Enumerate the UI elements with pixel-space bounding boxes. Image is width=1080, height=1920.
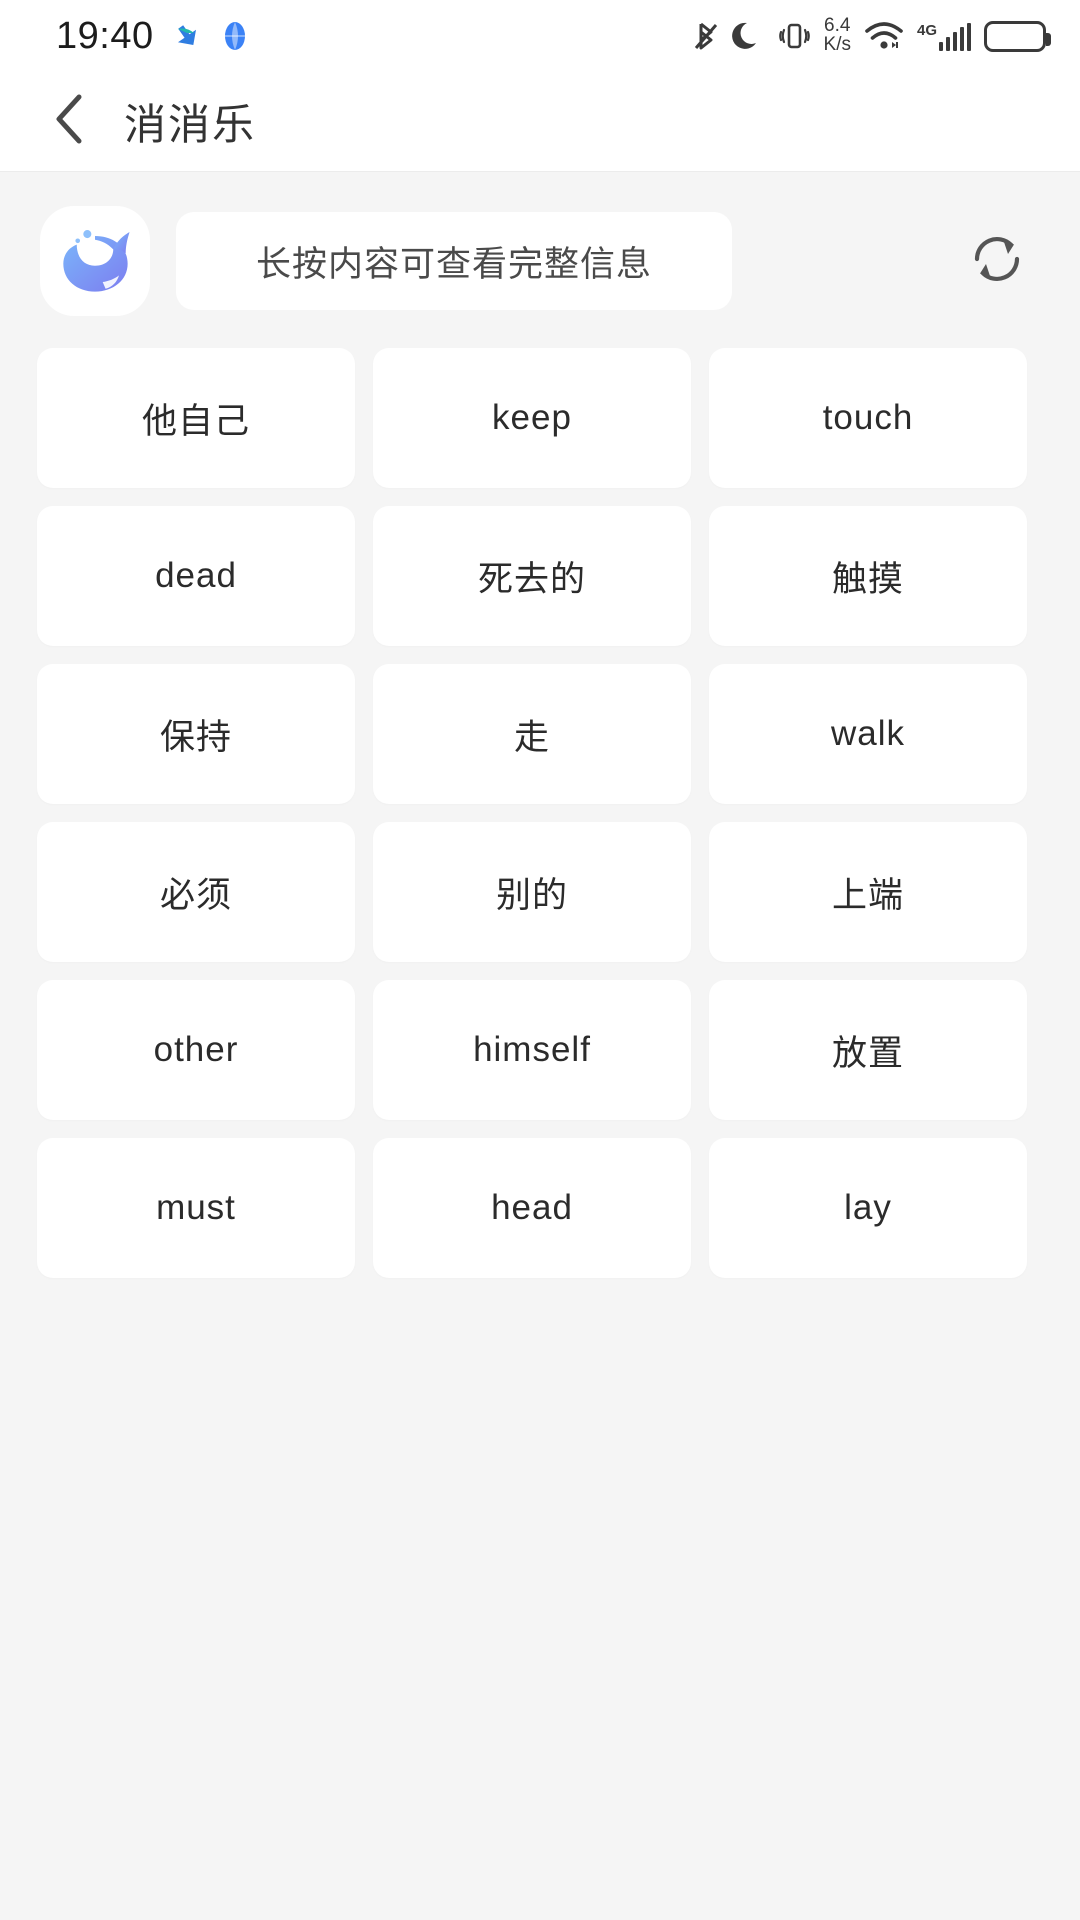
word-card[interactable]: 保持 [37,664,355,804]
word-card-label: 别的 [495,875,568,915]
cellular-signal-4g-icon: 4G [917,22,971,51]
avatar[interactable] [40,206,150,316]
word-card-label: 上端 [831,875,904,915]
word-card-label: lay [844,1188,892,1227]
word-card[interactable]: 放置 [709,980,1027,1120]
status-bar: 19:40 6.4 K/s 4G [0,0,1080,72]
info-bar: 长按内容可查看完整信息 [0,172,1080,316]
bluetooth-icon [693,18,719,54]
wifi-icon [864,20,904,52]
word-card-label: 他自己 [141,401,250,441]
signal-bars [939,22,971,51]
word-card[interactable]: touch [709,348,1027,488]
whale-logo-icon [47,211,143,312]
status-bar-left: 19:40 [56,15,250,58]
word-card-label: himself [473,1030,591,1069]
word-card[interactable]: 触摸 [709,506,1027,646]
page-title: 消消乐 [124,101,257,148]
refresh-button[interactable] [954,218,1040,304]
word-card-label: touch [822,398,914,437]
word-card-label: 触摸 [831,559,904,599]
word-card[interactable]: 上端 [709,822,1027,962]
hint-text: 长按内容可查看完整信息 [255,244,652,284]
vibrate-icon [777,19,811,53]
word-card[interactable]: 别的 [373,822,691,962]
word-card[interactable]: himself [373,980,691,1120]
status-bar-right: 6.4 K/s 4G [693,17,1051,54]
word-card[interactable]: 他自己 [37,348,355,488]
word-card-label: 保持 [159,717,232,757]
refresh-icon [963,225,1031,298]
word-card[interactable]: 死去的 [373,506,691,646]
word-card-label: 放置 [831,1033,904,1073]
word-card[interactable]: 必须 [37,822,355,962]
word-card[interactable]: head [373,1138,691,1278]
word-card[interactable]: walk [709,664,1027,804]
word-card-label: must [156,1188,236,1227]
chevron-left-icon [51,91,91,152]
word-card-label: keep [492,398,572,437]
network-speed-unit: K/s [823,34,851,55]
network-type-label: 4G [916,21,937,39]
word-card-label: other [153,1030,239,1069]
back-button[interactable] [40,91,102,153]
word-card[interactable]: lay [709,1138,1027,1278]
battery-icon [984,20,1051,52]
do-not-disturb-moon-icon [731,19,764,53]
word-card-label: dead [155,556,237,595]
hint-input-box[interactable]: 长按内容可查看完整信息 [176,212,732,310]
word-card[interactable]: dead [37,506,355,646]
word-card[interactable]: other [37,980,355,1120]
download-arrow-icon [170,19,204,53]
word-card-label: 死去的 [477,559,586,599]
word-card-label: 走 [513,717,550,757]
word-card[interactable]: keep [373,348,691,488]
word-card-label: walk [830,714,906,753]
word-card-label: head [491,1188,573,1227]
word-card-label: 必须 [159,875,232,915]
word-card[interactable]: 走 [373,664,691,804]
app-header: 消消乐 [0,72,1080,172]
word-card-grid: 他自己 keep touch dead 死去的 触摸 保持 走 walk 必须 … [0,316,1080,1278]
status-bar-clock: 19:40 [56,14,154,57]
word-card[interactable]: must [37,1138,355,1278]
globe-icon [220,20,250,52]
network-speed-indicator: 6.4 K/s [824,17,851,54]
